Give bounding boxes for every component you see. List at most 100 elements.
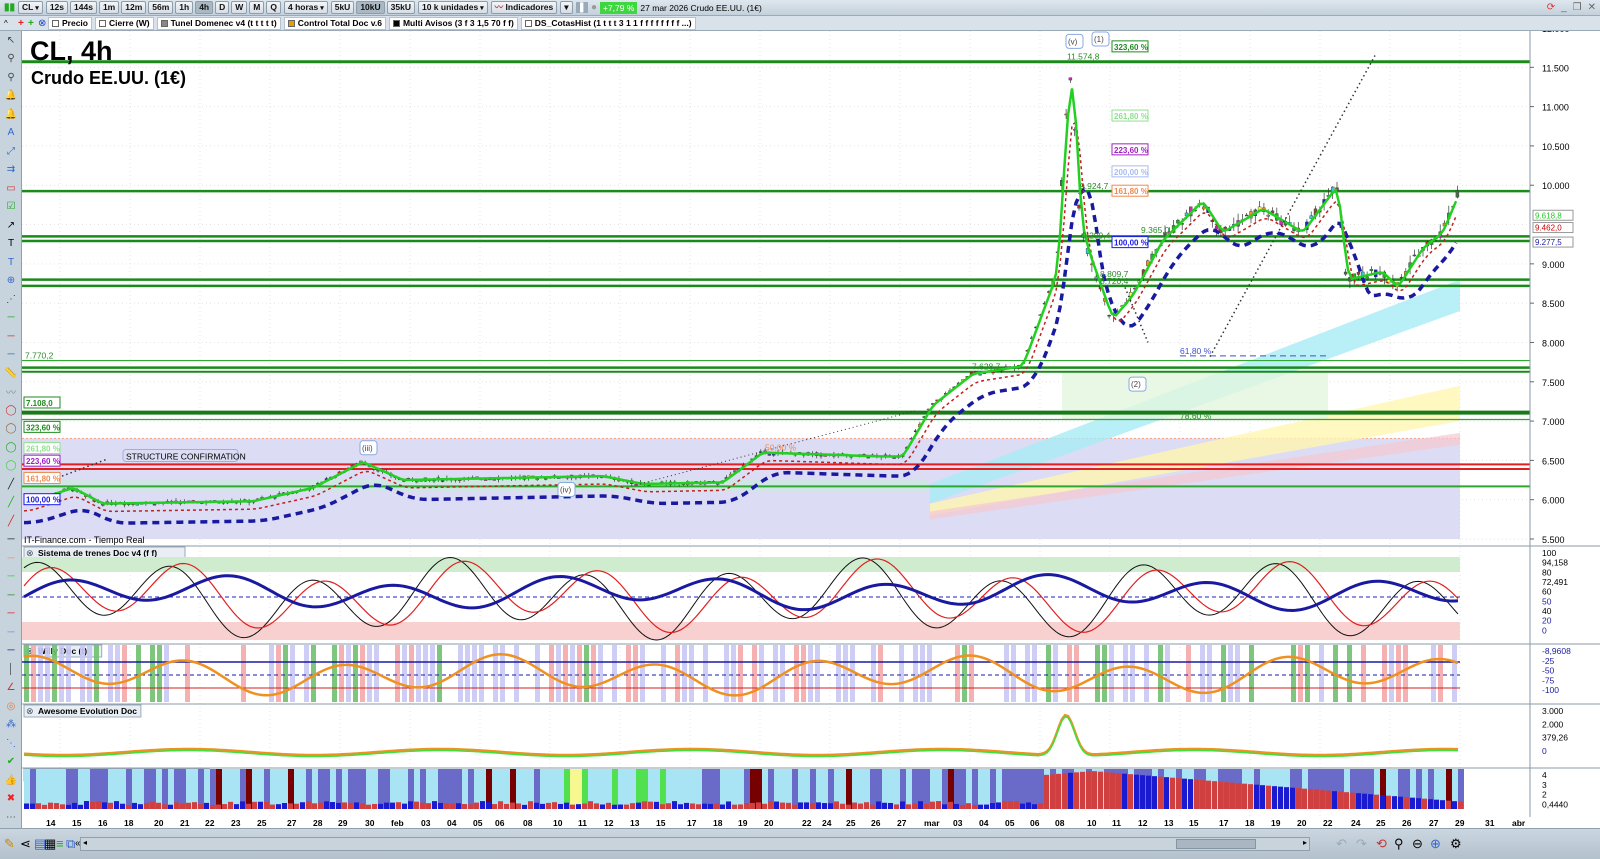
ellipse-green-icon[interactable]: ◯ <box>0 438 22 457</box>
zoom-area-icon[interactable]: ⚲ <box>0 68 22 87</box>
cursor-icon[interactable]: ↖ <box>0 31 22 50</box>
units-button-10kU[interactable]: 10kU <box>356 1 385 14</box>
legend-item[interactable]: Multi Avisos (3 f 3 1,5 70 f f) <box>388 16 518 30</box>
ellipse-red-icon[interactable]: ◯ <box>0 401 22 420</box>
trendline-black-icon[interactable]: ╱ <box>0 475 22 494</box>
target-icon[interactable]: ◎ <box>0 697 22 716</box>
interval-button-M[interactable]: M <box>249 1 265 14</box>
trendline-green-icon[interactable]: ╱ <box>0 494 22 513</box>
add-icon[interactable]: + <box>18 18 24 29</box>
text-tool-icon[interactable]: T <box>0 235 22 254</box>
node-icon[interactable]: ⋰ <box>0 290 22 309</box>
legend-item[interactable]: Tunel Domenec v4 (t t t t t) <box>156 16 281 30</box>
line-tool-icon[interactable]: ⤢ <box>0 142 22 161</box>
thumbs-up-icon[interactable]: 👍 <box>0 771 22 790</box>
panel-axis-label: 0,4440 <box>1542 799 1568 809</box>
indicators-dropdown[interactable]: ▾ <box>560 1 573 14</box>
minimize-icon[interactable]: _ <box>1561 2 1567 13</box>
alert-bell-icon[interactable]: 🔔 <box>0 87 22 106</box>
checkbox-icon[interactable]: ☑ <box>0 198 22 217</box>
rectangle-icon[interactable]: ▭ <box>0 179 22 198</box>
chart-canvas[interactable]: CL, 4hCrudo EE.UU. (1€) IT-Finance.com - … <box>0 0 1600 859</box>
interval-button-D[interactable]: D <box>215 1 230 14</box>
zoom-icon[interactable]: ⚲ <box>0 50 22 69</box>
channel-icon[interactable]: ⇉ <box>0 161 22 180</box>
interval-button-1h[interactable]: 1h <box>175 1 194 14</box>
share-icon[interactable]: ⋖ <box>20 836 31 852</box>
units-select[interactable]: 10 k unidades <box>417 1 488 14</box>
ruler-icon[interactable]: 📏 <box>0 364 22 383</box>
interval-button-12m[interactable]: 12m <box>121 1 147 14</box>
collapse-icon[interactable]: ^ <box>4 19 8 28</box>
restore-icon[interactable]: ❐ <box>1573 2 1582 13</box>
windows-icon[interactable]: ⧉ <box>66 836 75 852</box>
interval-button-Q[interactable]: Q <box>266 1 281 14</box>
interval-button-56m[interactable]: 56m <box>148 1 174 14</box>
text-icon[interactable]: A <box>0 124 22 143</box>
delete-icon[interactable]: ✖ <box>0 790 22 809</box>
units-button-5kU[interactable]: 5kU <box>330 1 355 14</box>
chart-type-icon[interactable]: ▮▮ <box>4 2 15 13</box>
interval-button-1m[interactable]: 1m <box>98 1 120 14</box>
template-icon[interactable]: ▦ <box>44 836 56 852</box>
add-green-icon[interactable]: + <box>28 18 34 29</box>
hline-green-icon[interactable]: ─ <box>0 586 22 605</box>
hline-red-icon[interactable]: ─ <box>0 605 22 624</box>
pencil-icon[interactable]: ✎ <box>4 836 15 852</box>
interval-button-144s[interactable]: 144s <box>70 1 97 14</box>
units-button-35kU[interactable]: 35kU <box>386 1 415 14</box>
ellipse-lime-icon[interactable]: ◯ <box>0 457 22 476</box>
indicators-button[interactable]: 〰 Indicadores <box>490 1 558 14</box>
barra-histogram-bar <box>1206 780 1211 809</box>
vline-icon[interactable]: │ <box>0 660 22 679</box>
legend-item[interactable]: DS_CotasHist (1 t t t 3 1 1 f f f f f f … <box>520 16 696 30</box>
more-icon[interactable]: ⋯ <box>0 808 22 827</box>
zoom-in-icon[interactable]: ⊕ <box>1430 836 1441 852</box>
zoom-fit-icon[interactable]: ⚲ <box>1394 836 1404 852</box>
angle-icon[interactable]: ∠ <box>0 679 22 698</box>
cursor-sync-icon[interactable]: ⟲ <box>1376 836 1387 852</box>
fib-icon[interactable]: ⊕ <box>0 272 22 291</box>
barra-histogram-bar <box>618 804 623 809</box>
abc-icon[interactable]: ⋱ <box>0 734 22 753</box>
scrollbar-thumb[interactable] <box>1176 839 1256 849</box>
interval-button-W[interactable]: W <box>231 1 248 14</box>
interval-button-12s[interactable]: 12s <box>45 1 69 14</box>
hline-salmon-icon[interactable]: ─ <box>0 549 22 568</box>
hline-icon[interactable]: ─ <box>0 346 22 365</box>
barra-histogram-bar <box>828 803 833 809</box>
legend-item[interactable]: Control Total Doc v.6 <box>283 16 386 30</box>
settings-icon[interactable]: ⚙ <box>1450 836 1462 852</box>
refresh-icon[interactable]: ⟳ <box>1547 2 1555 13</box>
trendline-red-icon[interactable]: ╱ <box>0 512 22 531</box>
hline-black-icon[interactable]: ─ <box>0 531 22 550</box>
alert-bell-icon[interactable]: 🔔 <box>0 105 22 124</box>
legend-item[interactable]: Precio <box>48 16 92 30</box>
hline-icon[interactable]: ─ <box>0 327 22 346</box>
check-icon[interactable]: ✔ <box>0 753 22 772</box>
hline-icon[interactable]: ─ <box>0 309 22 328</box>
arrow-icon[interactable]: ↗ <box>0 216 22 235</box>
pause-icon[interactable]: ❚ <box>575 2 588 13</box>
hline-navy-icon[interactable]: ─ <box>0 642 22 661</box>
redo-icon[interactable]: ↷ <box>1356 836 1367 852</box>
pattern-icon[interactable]: 〰 <box>0 383 22 402</box>
legend-item[interactable]: Cierre (W) <box>95 16 154 30</box>
close-circle-icon[interactable]: ⊗ <box>38 18 46 29</box>
layers-icon[interactable]: ≡ <box>56 836 64 851</box>
scroll-left-icon[interactable]: ◂ <box>83 838 87 847</box>
elliott-icon[interactable]: ⁂ <box>0 716 22 735</box>
period-select[interactable]: 4 horas <box>284 1 328 14</box>
interval-button-4h[interactable]: 4h <box>195 1 214 14</box>
text-tool-icon[interactable]: T <box>0 253 22 272</box>
close-icon[interactable]: ✕ <box>1588 2 1596 13</box>
symbol-select[interactable]: CL <box>18 1 43 14</box>
scroll-right-icon[interactable]: ▸ <box>1303 838 1307 847</box>
hline-lime-icon[interactable]: ─ <box>0 568 22 587</box>
undo-icon[interactable]: ↶ <box>1336 836 1347 852</box>
zoom-out-icon[interactable]: ⊖ <box>1412 836 1423 852</box>
ellipse-brown-icon[interactable]: ◯ <box>0 420 22 439</box>
hline-blue-icon[interactable]: ─ <box>0 623 22 642</box>
willy-stripe <box>598 645 603 702</box>
horizontal-scrollbar[interactable]: ◂ ▸ <box>80 837 1310 851</box>
